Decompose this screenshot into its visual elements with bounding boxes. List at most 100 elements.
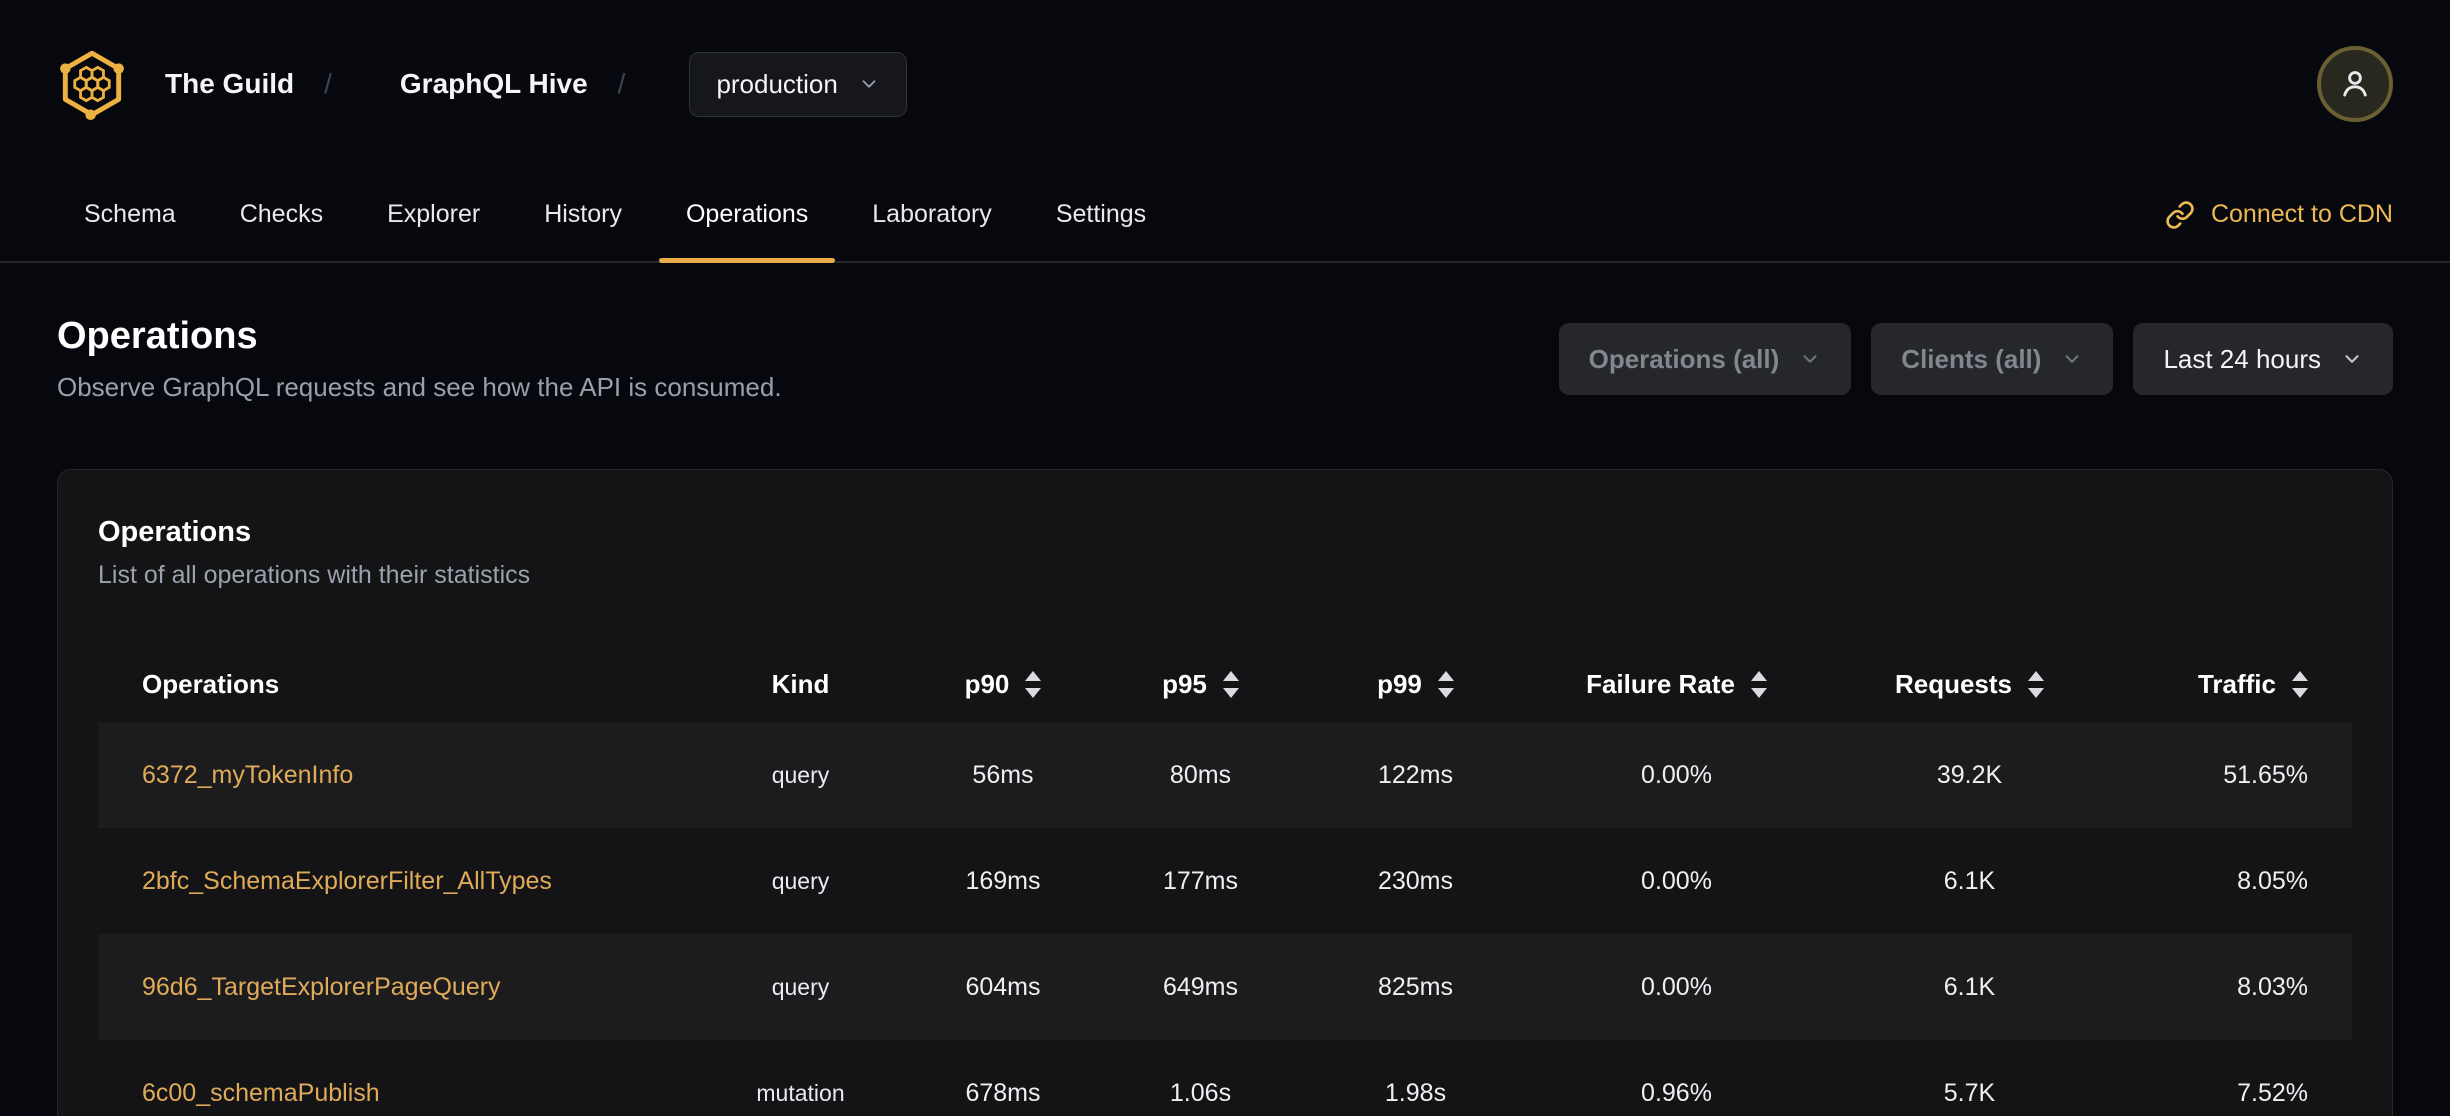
sort-control[interactable] [1025,670,1042,698]
column-label: Operations [142,668,280,699]
column-header-p99[interactable]: p99 [1298,669,1533,700]
time-range-dropdown[interactable]: Last 24 hours [2133,323,2393,395]
sort-asc-icon [1025,670,1042,681]
column-header-p90[interactable]: p90 [903,669,1103,700]
sort-control[interactable] [2292,670,2308,698]
cell-kind: query [698,868,903,895]
tab-laboratory[interactable]: Laboratory [845,168,1019,261]
cell-requests: 6.1K [1820,973,2119,1002]
active-tab-underline [658,258,836,263]
cell-p95: 1.06s [1103,1079,1298,1108]
cell-value: 39.2K [1936,760,2003,789]
cell-p99: 825ms [1298,973,1533,1002]
cell-value: 51.65% [2223,760,2308,789]
operations-table: Operations Kind p90 p95 p99 Failure Rate Reque… [98,646,2352,1116]
operation-link[interactable]: 6372_myTokenInfo [142,761,353,790]
sort-asc-icon [1437,670,1454,681]
cell-operations: 2bfc_SchemaExplorerFilter_AllTypes [98,867,698,896]
cell-p99: 1.98s [1298,1079,1533,1108]
sort-desc-icon [1222,687,1239,698]
chevron-down-icon [2345,355,2359,363]
cell-operations: 6c00_schemaPublish [98,1079,698,1108]
breadcrumb-org[interactable]: The Guild [165,68,294,100]
user-avatar-button[interactable] [2317,46,2393,122]
cell-value: query [771,761,830,788]
column-label: Traffic [2197,668,2276,699]
time-range-label: Last 24 hours [2163,343,2321,374]
cell-p90: 169ms [903,867,1103,896]
tab-label: Operations [685,200,809,228]
cell-value: 6.1K [1943,972,1996,1001]
page-header-text: Operations Observe GraphQL requests and … [57,315,782,403]
cell-p95: 80ms [1103,761,1298,790]
column-label: p90 [964,668,1010,699]
cell-failure-rate: 0.00% [1533,973,1820,1002]
column-header-operations: Operations [98,669,698,700]
operation-link[interactable]: 2bfc_SchemaExplorerFilter_AllTypes [142,867,552,896]
target-selector-value: production [716,68,838,99]
tab-history[interactable]: History [517,168,649,261]
column-header-traffic[interactable]: Traffic [2119,669,2352,700]
table-row: 2bfc_SchemaExplorerFilter_AllTypes query 1… [98,828,2352,934]
tab-label: Schema [84,200,176,228]
cell-kind: mutation [698,1080,903,1107]
main-content: Operations Observe GraphQL requests and … [0,315,2450,1116]
tab-label: Settings [1055,200,1147,228]
cell-value: 177ms [1162,866,1239,895]
column-header-failure-rate[interactable]: Failure Rate [1533,669,1820,700]
cell-value: 6.1K [1943,866,1996,895]
tab-label: History [544,200,622,228]
table-row: 6c00_schemaPublish mutation 678ms 1.06s 1.98… [98,1040,2352,1116]
card-title: Operations [98,516,252,548]
cell-p90: 56ms [903,761,1103,790]
cell-failure-rate: 0.00% [1533,761,1820,790]
tab-settings[interactable]: Settings [1029,168,1173,261]
breadcrumb-separator: / [324,68,332,99]
cell-failure-rate: 0.00% [1533,867,1820,896]
cell-value: 0.00% [1641,972,1712,1001]
operation-link[interactable]: 6c00_schemaPublish [142,1079,380,1108]
tab-schema[interactable]: Schema [57,168,203,261]
card-subtitle: List of all operations with their statis… [98,561,531,589]
cell-value: 169ms [965,866,1041,895]
sort-asc-icon [1222,670,1239,681]
operation-link[interactable]: 96d6_TargetExplorerPageQuery [142,973,501,1002]
cell-p90: 678ms [903,1079,1103,1108]
sort-asc-icon [1750,670,1767,681]
sort-control[interactable] [1437,670,1454,698]
cell-value: query [771,973,830,1000]
tab-checks[interactable]: Checks [213,168,350,261]
operations-filter-dropdown[interactable]: Operations (all) [1558,323,1852,395]
cell-traffic: 8.05% [2119,867,2352,896]
breadcrumb-product[interactable]: GraphQL Hive [400,68,588,100]
column-header-kind: Kind [698,669,903,700]
cell-p99: 230ms [1298,867,1533,896]
cell-value: 1.06s [1169,1078,1232,1107]
clients-filter-dropdown[interactable]: Clients (all) [1871,323,2114,395]
sort-control[interactable] [1222,670,1239,698]
link-icon [2166,200,2194,229]
cell-value: query [771,867,830,894]
cell-traffic: 51.65% [2119,761,2352,790]
user-icon [2343,71,2367,97]
nav-tabs: Schema Checks Explorer History Operations Lab… [57,168,1173,263]
target-selector-dropdown[interactable]: production [689,51,907,117]
tab-explorer[interactable]: Explorer [360,168,507,261]
column-header-p95[interactable]: p95 [1103,669,1298,700]
cell-value: 649ms [1162,972,1239,1001]
breadcrumb-separator: / [617,68,626,99]
sort-control[interactable] [2028,670,2045,698]
cell-operations: 6372_myTokenInfo [98,761,698,790]
connect-to-cdn-button[interactable]: Connect to CDN [2165,168,2393,261]
connect-to-cdn-label: Connect to CDN [2210,200,2393,228]
sort-desc-icon [2292,687,2308,698]
table-row: 96d6_TargetExplorerPageQuery query 604ms 64… [98,934,2352,1040]
sort-control[interactable] [1750,670,1767,698]
table-body: 6372_myTokenInfo query 56ms 80ms 122ms 0.00% 3… [98,722,2352,1116]
column-header-requests[interactable]: Requests [1820,669,2119,700]
tab-operations[interactable]: Operations [658,168,836,263]
column-label: Requests [1894,668,2013,699]
cell-failure-rate: 0.96% [1533,1079,1820,1108]
cell-p99: 122ms [1298,761,1533,790]
table-header: Operations Kind p90 p95 p99 Failure Rate Reque… [98,646,2352,722]
